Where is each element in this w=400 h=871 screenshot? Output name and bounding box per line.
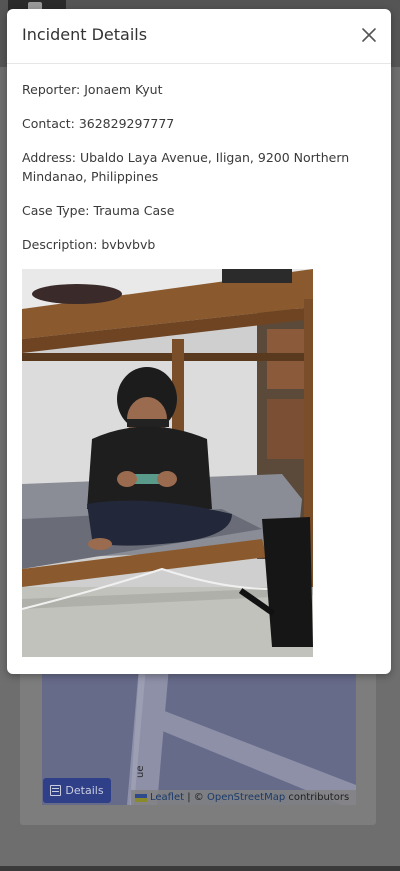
modal-title: Incident Details [22, 25, 148, 44]
incident-photo [22, 269, 313, 657]
close-icon [362, 28, 376, 42]
modal-body: Reporter: Jonaem Kyut Contact: 362829297… [7, 64, 391, 657]
reporter-field: Reporter: Jonaem Kyut [22, 82, 163, 97]
contact-field: Contact: 362829297777 [22, 116, 175, 131]
attribution-separator: | © [184, 792, 207, 803]
leaflet-link[interactable]: Leaflet [150, 792, 184, 803]
attribution-contributors: contributors [285, 792, 350, 803]
map-road-label: ue [135, 765, 146, 779]
modal-header: Incident Details [7, 9, 391, 64]
incident-details-modal: Incident Details Reporter: Jonaem Kyut C… [7, 9, 391, 674]
ukraine-flag-icon [135, 793, 147, 802]
close-button[interactable] [361, 27, 377, 43]
details-button[interactable]: Details [43, 778, 111, 803]
address-field: Address: Ubaldo Laya Avenue, Iligan, 920… [22, 150, 350, 184]
map-attribution: Leaflet | © OpenStreetMap contributors [131, 790, 356, 805]
bottom-bar [0, 866, 400, 871]
case-type-field: Case Type: Trauma Case [22, 203, 175, 218]
description-field: Description: bvbvbvb [22, 237, 156, 252]
details-button-label: Details [65, 784, 104, 797]
openstreetmap-link[interactable]: OpenStreetMap [207, 792, 285, 803]
list-icon [50, 785, 62, 796]
